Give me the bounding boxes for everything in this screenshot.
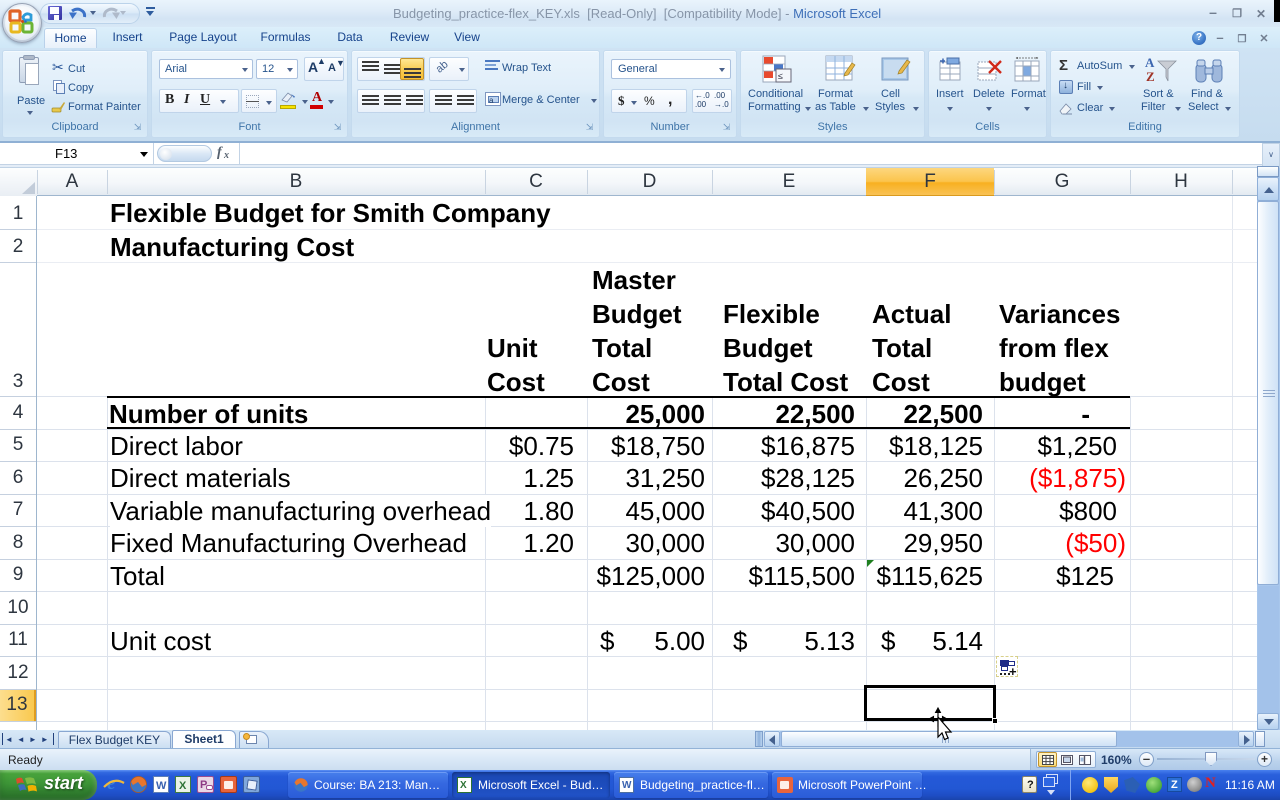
svg-text:≤: ≤ [778, 71, 783, 81]
svg-text:A: A [1145, 55, 1155, 70]
svg-text:Z: Z [1146, 69, 1155, 84]
